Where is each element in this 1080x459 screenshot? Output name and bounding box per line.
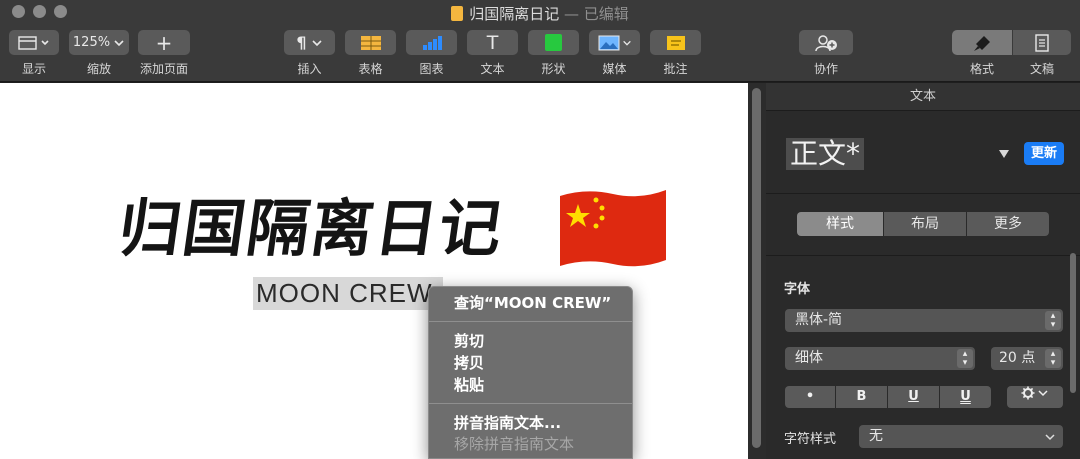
menu-item-copy[interactable]: 拷贝	[454, 352, 484, 373]
text-options-button[interactable]	[1007, 386, 1063, 408]
photo-icon	[598, 35, 619, 50]
sidebar-view-icon	[18, 35, 49, 50]
shape-button[interactable]	[528, 30, 579, 55]
table-button[interactable]	[345, 30, 396, 55]
zoom-value: 125%	[72, 35, 111, 50]
tab-style[interactable]: 样式	[797, 212, 883, 236]
tab-layout[interactable]: 布局	[884, 212, 966, 236]
chevron-down-icon	[1045, 434, 1055, 441]
menu-item-pinyin-guide[interactable]: 拼音指南文本...	[454, 412, 561, 433]
media-button[interactable]	[589, 30, 640, 55]
character-style-select[interactable]: 无	[859, 425, 1063, 448]
document-inspector-button[interactable]	[1013, 30, 1071, 55]
collaborate-label: 协作	[813, 62, 838, 76]
menu-item-cut[interactable]: 剪切	[454, 330, 484, 351]
document-subtitle[interactable]: MOON CREW	[256, 278, 433, 309]
collaborate-button[interactable]	[799, 30, 853, 55]
font-size-field[interactable]: 20 点 ▴ ▾	[991, 347, 1063, 370]
text-label: 文本	[480, 62, 505, 76]
view-label: 显示	[21, 62, 46, 76]
insert-label: 插入	[297, 62, 322, 76]
menu-item-lookup[interactable]: 查询“MOON CREW”	[454, 292, 611, 313]
edited-status: — 已编辑	[559, 5, 629, 23]
bold-button[interactable]: B	[836, 386, 887, 408]
text-icon: T	[486, 31, 499, 54]
format-inspector-button[interactable]	[952, 30, 1012, 55]
comment-button[interactable]	[650, 30, 701, 55]
character-style-label: 字符样式	[784, 432, 837, 447]
table-icon	[360, 35, 381, 50]
comment-label: 批注	[663, 62, 688, 76]
strikethrough-button[interactable]: •	[785, 386, 835, 408]
view-button[interactable]	[9, 30, 59, 55]
updown-chevron-icon: ▴ ▾	[957, 349, 973, 368]
document-title[interactable]: 归国隔离日记	[114, 178, 511, 268]
add-page-label: 添加页面	[139, 62, 188, 76]
tab-more[interactable]: 更多	[967, 212, 1049, 236]
menu-item-remove-pinyin: 移除拼音指南文本	[454, 435, 575, 453]
font-weight-value: 细体	[795, 350, 823, 366]
canvas-scrollbar-thumb[interactable]	[752, 88, 761, 448]
inspector-divider	[766, 255, 1080, 256]
china-flag-emoji	[560, 190, 666, 267]
update-style-button[interactable]: 更新	[1024, 142, 1064, 165]
gear-icon	[1021, 386, 1048, 400]
chart-button[interactable]	[406, 30, 457, 55]
toolbar: 归国隔离日记 — 已编辑 显示 125% 缩放 + 添加页面 ¶ 插入 表格 图…	[0, 0, 1080, 82]
updown-chevron-icon: ▴ ▾	[1045, 311, 1061, 330]
add-page-button[interactable]: +	[138, 30, 190, 55]
font-family-value: 黑体-简	[795, 312, 843, 328]
chevron-down-icon	[312, 39, 322, 46]
shape-label: 形状	[541, 62, 566, 76]
font-section-label: 字体	[784, 282, 811, 297]
updown-stepper-icon[interactable]: ▴ ▾	[1045, 349, 1061, 368]
pages-document-icon	[451, 6, 464, 21]
style-disclosure-triangle-icon[interactable]	[998, 149, 1010, 159]
paragraph-style-name[interactable]: 正文*	[786, 138, 865, 170]
table-label: 表格	[358, 62, 383, 76]
inspector-header: 文本	[766, 83, 1080, 111]
zoom-select[interactable]: 125%	[69, 30, 129, 55]
menu-separator	[429, 321, 632, 322]
plus-icon: +	[155, 30, 173, 55]
square-shape-icon	[545, 34, 562, 51]
comment-note-icon	[666, 35, 685, 50]
double-underline-button[interactable]: U	[940, 386, 991, 408]
document-label: 文稿	[1029, 62, 1054, 76]
format-inspector: 文本 正文* 更新 样式 布局 更多 字体 黑体-简 ▴ ▾ 细体 ▴ ▾ 20 点…	[766, 83, 1080, 459]
bar-chart-icon	[422, 35, 442, 50]
paintbrush-icon	[974, 35, 990, 51]
zoom-window-button[interactable]	[54, 5, 67, 18]
context-menu: 查询“MOON CREW” 剪切 拷贝 粘贴 拼音指南文本... 移除拼音指南文…	[428, 286, 633, 459]
chevron-down-icon	[114, 39, 124, 46]
inspector-scrollbar-thumb[interactable]	[1070, 253, 1076, 393]
character-style-value: 无	[869, 428, 883, 444]
close-window-button[interactable]	[12, 5, 25, 18]
minimize-window-button[interactable]	[33, 5, 46, 18]
font-weight-select[interactable]: 细体 ▴ ▾	[785, 347, 975, 370]
format-label: 格式	[969, 62, 994, 76]
chart-label: 图表	[419, 62, 444, 76]
menu-separator	[429, 403, 632, 404]
menu-item-paste[interactable]: 粘贴	[454, 374, 484, 395]
text-button[interactable]: T	[467, 30, 518, 55]
document-icon	[1035, 33, 1049, 52]
add-person-icon	[815, 34, 837, 51]
underline-button[interactable]: U	[888, 386, 939, 408]
font-family-select[interactable]: 黑体-简 ▴ ▾	[785, 309, 1063, 332]
window-title: 归国隔离日记 — 已编辑	[0, 3, 1080, 24]
pilcrow-icon: ¶	[296, 33, 307, 52]
media-label: 媒体	[602, 62, 627, 76]
zoom-label: 缩放	[86, 62, 111, 76]
chevron-down-icon	[622, 40, 631, 46]
window-title-text: 归国隔离日记	[469, 5, 560, 23]
inspector-divider	[766, 193, 1080, 194]
font-size-value: 20 点	[999, 350, 1036, 366]
insert-button[interactable]: ¶	[284, 30, 335, 55]
